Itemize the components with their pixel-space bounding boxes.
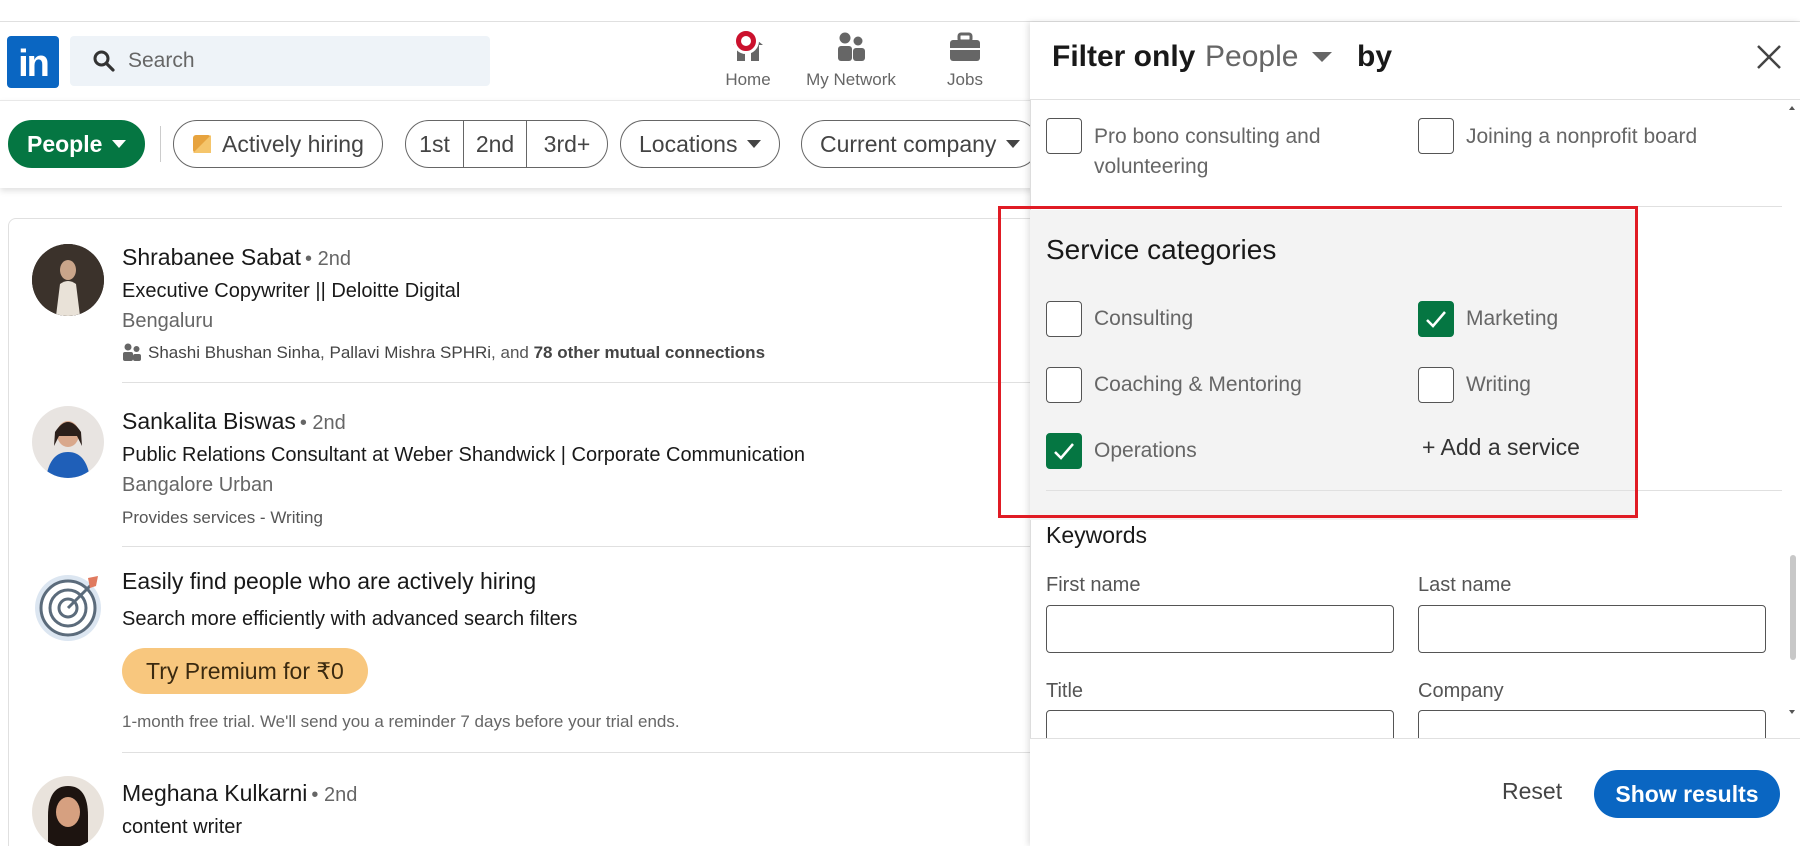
panel-title-suffix: by [1357,40,1393,73]
nav-my-network-label: My Network [806,70,896,89]
connection-degree: • 2nd [311,784,358,806]
current-company-pill[interactable]: Current company [801,120,1040,168]
first-name-input[interactable] [1047,606,1393,652]
panel-title: Filter only [1052,40,1196,73]
nav-jobs[interactable]: Jobs [930,28,1000,98]
promo-title: Easily find people who are actively hiri… [122,568,537,594]
highlight-box [998,206,1638,518]
connection-degree: • 2nd [299,412,346,434]
briefcase-icon [948,31,982,63]
browser-top-strip [0,0,1800,22]
actively-hiring-label: Actively hiring [222,131,364,157]
result-location: Bangalore Urban [122,474,274,496]
avatar-sankalita[interactable] [32,406,104,478]
close-icon[interactable] [1756,44,1782,70]
reset-button[interactable]: Reset [1502,778,1562,805]
first-name-field[interactable] [1046,605,1394,653]
search-box[interactable] [70,36,490,86]
last-name-label: Last name [1418,574,1512,596]
linkedin-logo[interactable]: in [7,36,59,88]
mutual-connections-icon [122,342,142,362]
degree-2nd-button[interactable]: 2nd [463,120,527,168]
avatar-shrabanee[interactable] [32,244,104,316]
search-input[interactable] [128,44,468,78]
target-icon [32,570,104,642]
last-name-input[interactable] [1419,606,1765,652]
result-divider [122,752,1062,753]
nav-jobs-label: Jobs [947,70,983,89]
hiring-icon [192,134,212,154]
try-premium-button[interactable]: Try Premium for ₹0 [122,648,368,694]
entity-type-label: People [1205,40,1299,73]
entity-type-dropdown[interactable]: People [1205,40,1333,74]
avatar-meghana[interactable] [32,776,104,846]
nav-home-label: Home [725,70,771,89]
title-label: Title [1046,680,1084,702]
locations-pill[interactable]: Locations [620,120,781,168]
caret-down-icon [1006,140,1021,149]
result-location: Bengaluru [122,310,214,332]
first-name-label: First name [1046,574,1141,596]
pill-divider [160,126,161,162]
degree-1st-button[interactable]: 1st [405,120,464,168]
promo-note: 1-month free trial. We'll send you a rem… [122,712,680,731]
result-name[interactable]: Sankalita Biswas • 2nd [122,408,346,435]
result-divider [122,546,1062,547]
result-headline: Executive Copywriter || Deloitte Digital [122,280,461,302]
checkbox-nonprofit-board[interactable] [1418,118,1454,154]
result-headline: Public Relations Consultant at Weber Sha… [122,444,805,466]
caret-down-icon [112,140,127,149]
company-label: Company [1418,680,1504,702]
mutual-connections[interactable]: Shashi Bhushan Sinha, Pallavi Mishra SPH… [122,343,765,363]
caret-down-icon [747,140,762,149]
result-divider [122,382,1062,383]
result-name[interactable]: Meghana Kulkarni • 2nd [122,780,357,807]
actively-hiring-pill[interactable]: Actively hiring [173,120,383,168]
caret-down-icon [1312,51,1333,62]
people-icon [834,31,868,63]
pro-bono-label: Pro bono consulting and volunteering [1094,125,1321,178]
degree-3rd-button[interactable]: 3rd+ [526,120,608,168]
nav-my-network[interactable]: My Network [796,28,906,98]
last-name-field[interactable] [1418,605,1766,653]
notification-badge [733,28,759,54]
locations-label: Locations [639,131,738,157]
scrollbar-thumb[interactable] [1790,555,1796,660]
result-headline: content writer [122,816,243,838]
promo-subtitle: Search more efficiently with advanced se… [122,608,578,630]
nonprofit-board-label: Joining a nonprofit board [1466,125,1698,148]
people-filter-label: People [27,131,103,157]
people-filter-pill[interactable]: People [8,120,146,168]
current-company-label: Current company [820,131,997,157]
result-services: Provides services - Writing [122,508,323,527]
connection-degree: • 2nd [305,248,351,270]
keywords-title: Keywords [1046,522,1147,548]
search-icon [92,49,116,73]
show-results-button[interactable]: Show results [1594,770,1780,818]
result-name[interactable]: Shrabanee Sabat • 2nd [122,244,351,271]
checkbox-pro-bono[interactable] [1046,118,1082,154]
